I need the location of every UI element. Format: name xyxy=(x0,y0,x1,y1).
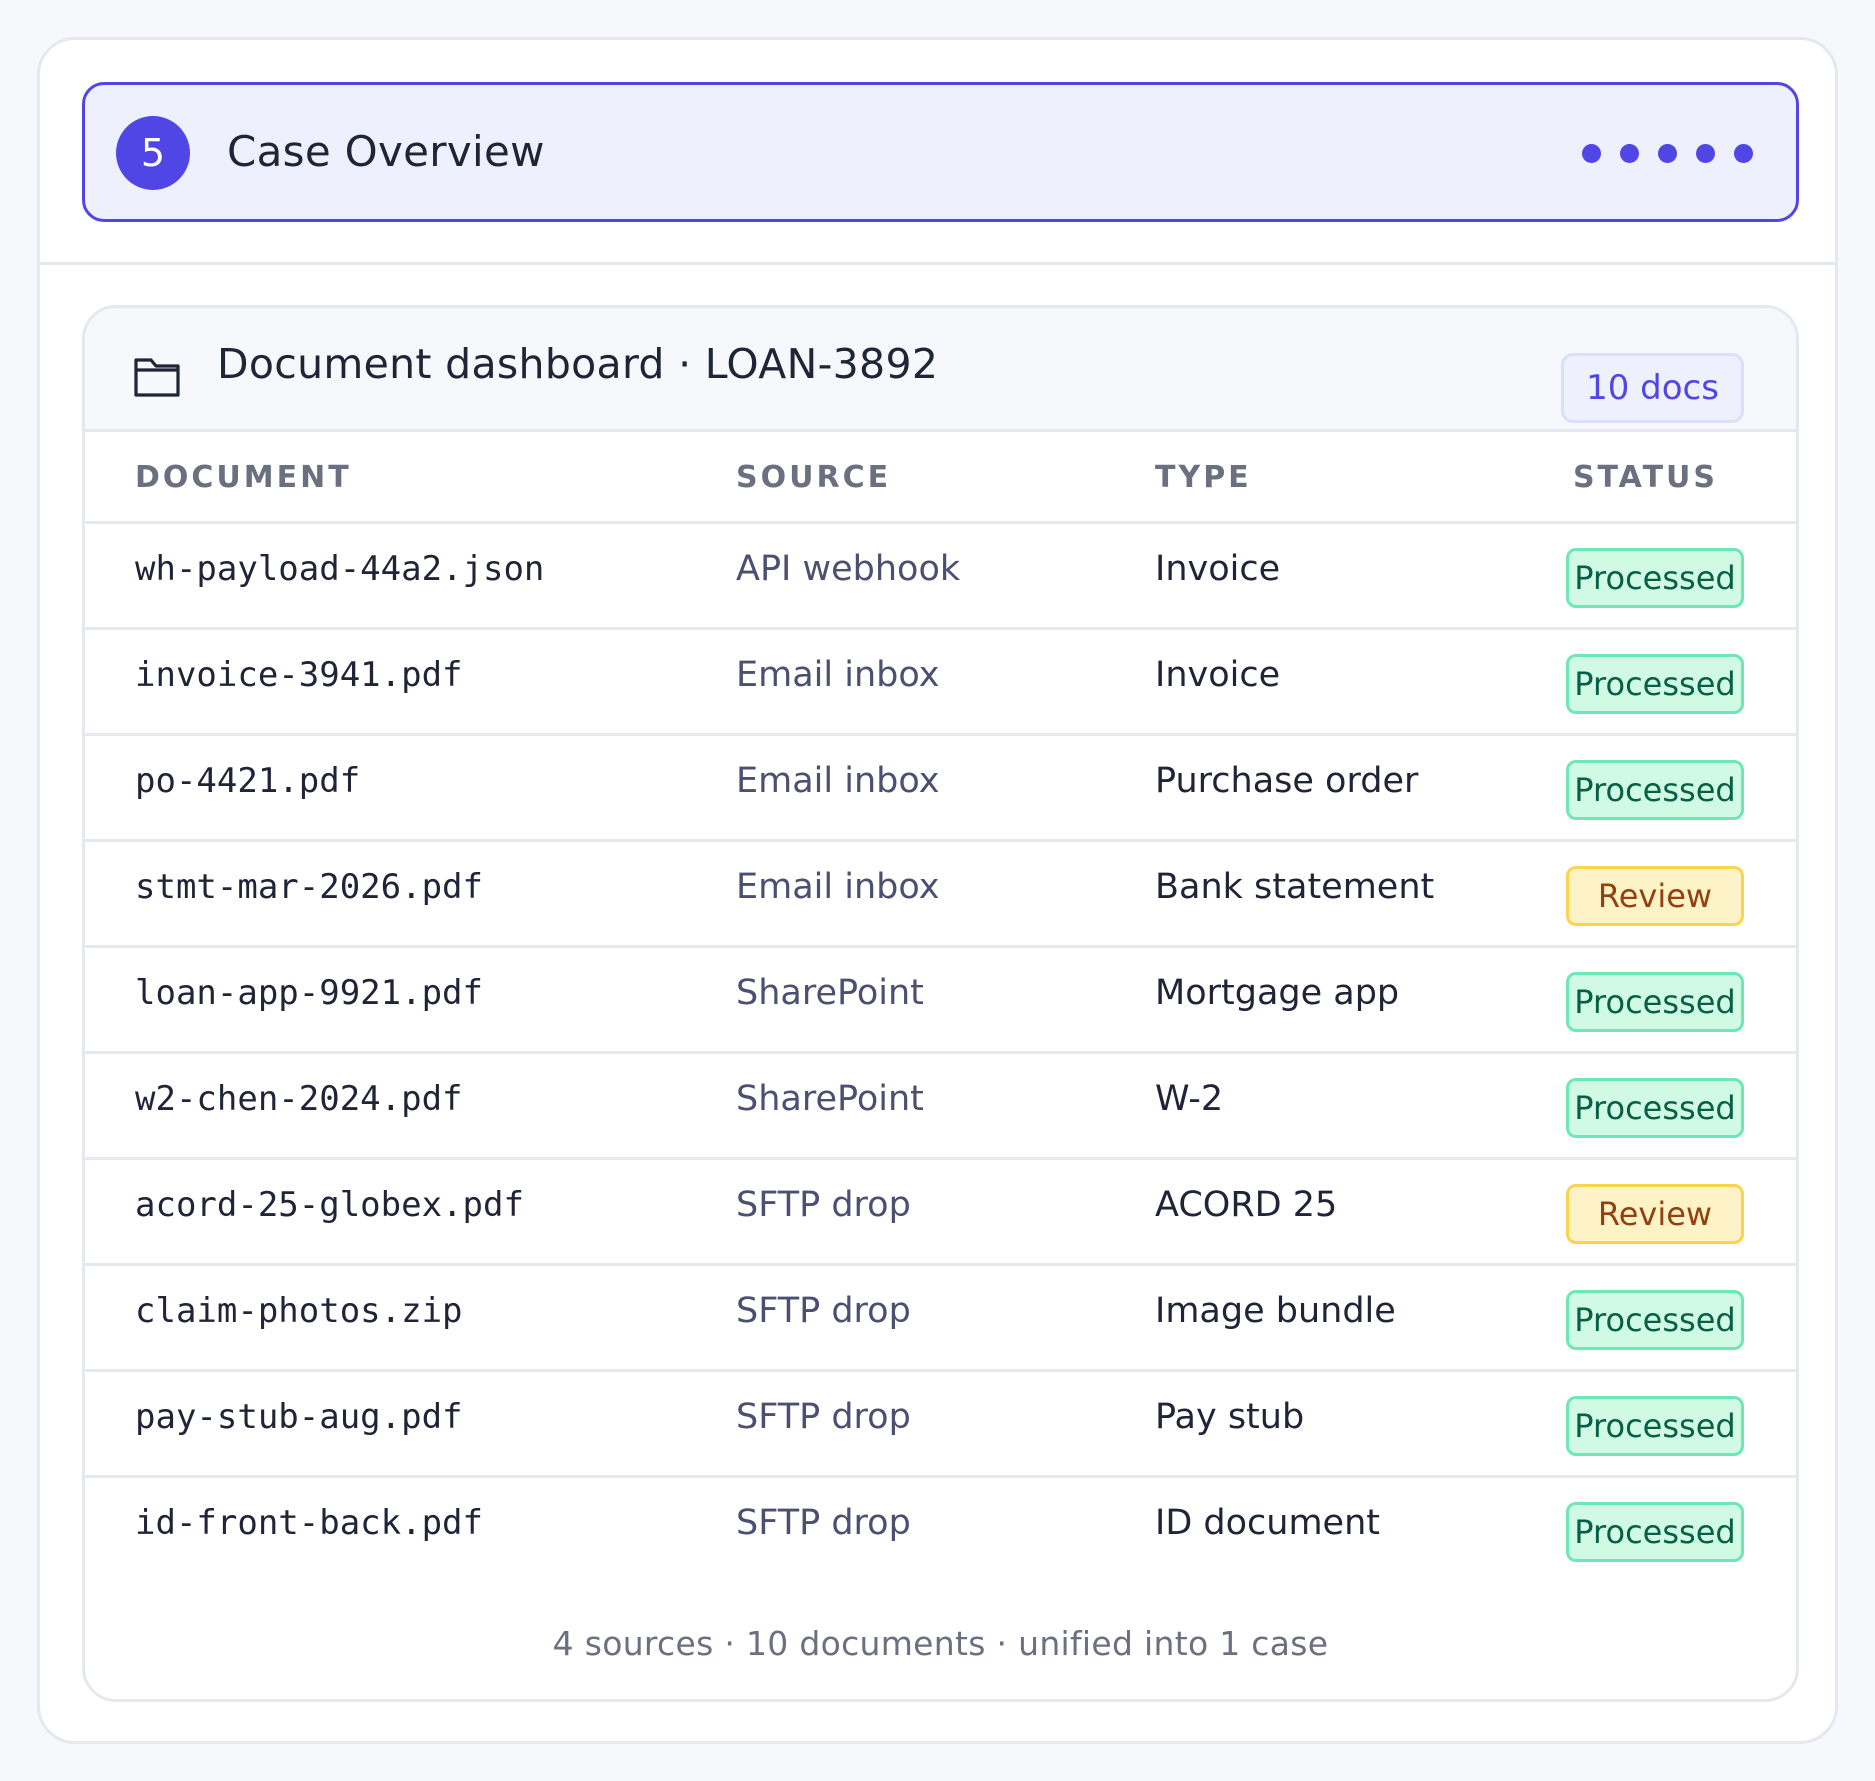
column-header-type[interactable]: TYPE xyxy=(1155,432,1252,524)
status-badge: Processed xyxy=(1566,760,1744,820)
document-source: Email inbox xyxy=(736,761,940,801)
step-number-badge: 5 xyxy=(116,116,190,190)
document-filename[interactable]: loan-app-9921.pdf xyxy=(135,970,483,1016)
document-dashboard-panel: Document dashboard · LOAN-3892 10 docs D… xyxy=(82,305,1799,1702)
status-badge: Processed xyxy=(1566,654,1744,714)
status-badge: Processed xyxy=(1566,548,1744,608)
progress-dot xyxy=(1734,144,1753,163)
progress-dot xyxy=(1620,144,1639,163)
document-type: Bank statement xyxy=(1155,867,1435,907)
table-body: wh-payload-44a2.json API webhook Invoice Pr… xyxy=(85,524,1796,1584)
table-row[interactable]: id-front-back.pdf SFTP drop ID document Pro… xyxy=(85,1478,1796,1584)
document-type: ID document xyxy=(1155,1503,1380,1543)
status-badge: Processed xyxy=(1566,1290,1744,1350)
document-source: SFTP drop xyxy=(736,1291,911,1331)
step-progress-dots xyxy=(1582,144,1753,163)
column-header-source[interactable]: SOURCE xyxy=(736,432,891,524)
document-source: SFTP drop xyxy=(736,1185,911,1225)
status-badge: Review xyxy=(1566,1184,1744,1244)
document-filename[interactable]: w2-chen-2024.pdf xyxy=(135,1076,463,1122)
document-filename[interactable]: po-4421.pdf xyxy=(135,758,360,804)
status-badge: Review xyxy=(1566,866,1744,926)
table-row[interactable]: w2-chen-2024.pdf SharePoint W-2 Processed xyxy=(85,1054,1796,1160)
document-source: API webhook xyxy=(736,549,961,589)
progress-dot xyxy=(1696,144,1715,163)
table-row[interactable]: claim-photos.zip SFTP drop Image bundle Pro… xyxy=(85,1266,1796,1372)
status-badge: Processed xyxy=(1566,972,1744,1032)
step-title: Case Overview xyxy=(227,127,545,176)
document-filename[interactable]: invoice-3941.pdf xyxy=(135,652,463,698)
document-type: Pay stub xyxy=(1155,1397,1305,1437)
document-filename[interactable]: wh-payload-44a2.json xyxy=(135,546,544,592)
document-source: SharePoint xyxy=(736,1079,924,1119)
column-header-status[interactable]: STATUS xyxy=(1573,432,1718,524)
table-header: DOCUMENT SOURCE TYPE STATUS xyxy=(85,432,1796,524)
document-type: Mortgage app xyxy=(1155,973,1400,1013)
document-source: SharePoint xyxy=(736,973,924,1013)
table-row[interactable]: invoice-3941.pdf Email inbox Invoice Proces… xyxy=(85,630,1796,736)
status-badge: Processed xyxy=(1566,1078,1744,1138)
document-filename[interactable]: pay-stub-aug.pdf xyxy=(135,1394,463,1440)
header-divider xyxy=(40,262,1835,265)
document-source: SFTP drop xyxy=(736,1397,911,1437)
document-source: Email inbox xyxy=(736,655,940,695)
dashboard-title: Document dashboard · LOAN-3892 xyxy=(217,340,939,388)
case-overview-card: 5 Case Overview Document dashboard · LOA… xyxy=(37,37,1838,1744)
document-type: Invoice xyxy=(1155,655,1281,695)
column-header-document[interactable]: DOCUMENT xyxy=(135,432,352,524)
document-filename[interactable]: stmt-mar-2026.pdf xyxy=(135,864,483,910)
document-type: Purchase order xyxy=(1155,761,1419,801)
document-filename[interactable]: claim-photos.zip xyxy=(135,1288,463,1334)
document-type: ACORD 25 xyxy=(1155,1185,1338,1225)
progress-dot xyxy=(1582,144,1601,163)
status-badge: Processed xyxy=(1566,1502,1744,1562)
table-row[interactable]: stmt-mar-2026.pdf Email inbox Bank stateme… xyxy=(85,842,1796,948)
folder-icon xyxy=(134,358,180,397)
dashboard-summary: 4 sources · 10 documents · unified into … xyxy=(552,1624,1329,1663)
table-row[interactable]: acord-25-globex.pdf SFTP drop ACORD 25 Revi… xyxy=(85,1160,1796,1266)
progress-dot xyxy=(1658,144,1677,163)
document-source: SFTP drop xyxy=(736,1503,911,1543)
document-type: Invoice xyxy=(1155,549,1281,589)
document-filename[interactable]: acord-25-globex.pdf xyxy=(135,1182,524,1228)
document-filename[interactable]: id-front-back.pdf xyxy=(135,1500,483,1546)
table-row[interactable]: loan-app-9921.pdf SharePoint Mortgage app P… xyxy=(85,948,1796,1054)
doc-count-badge: 10 docs xyxy=(1561,353,1744,423)
table-row[interactable]: pay-stub-aug.pdf SFTP drop Pay stub Process… xyxy=(85,1372,1796,1478)
document-type: Image bundle xyxy=(1155,1291,1396,1331)
status-badge: Processed xyxy=(1566,1396,1744,1456)
step-header: 5 Case Overview xyxy=(82,82,1799,222)
documents-table: DOCUMENT SOURCE TYPE STATUS wh-payload-4… xyxy=(85,432,1796,1584)
table-row[interactable]: po-4421.pdf Email inbox Purchase order Proc… xyxy=(85,736,1796,842)
table-row[interactable]: wh-payload-44a2.json API webhook Invoice Pr… xyxy=(85,524,1796,630)
dashboard-header: Document dashboard · LOAN-3892 10 docs xyxy=(85,308,1796,432)
document-source: Email inbox xyxy=(736,867,940,907)
document-type: W-2 xyxy=(1155,1079,1224,1119)
